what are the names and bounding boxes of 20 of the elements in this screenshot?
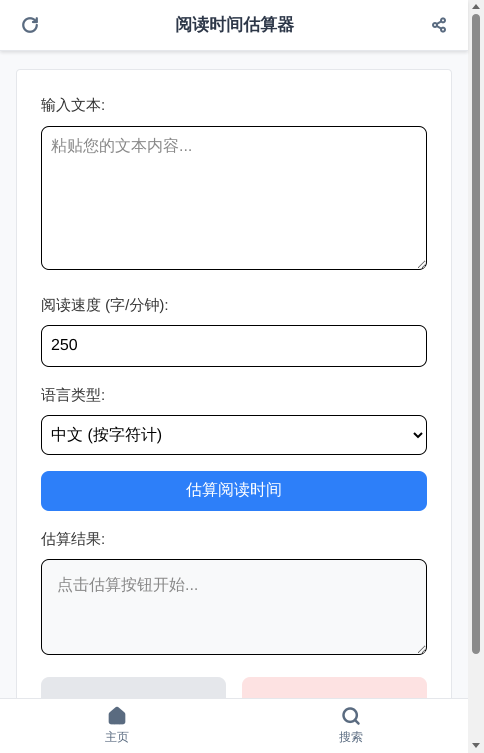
field-label: 阅读速度 (字/分钟): xyxy=(41,296,170,316)
home-icon xyxy=(107,706,127,726)
share-icon[interactable] xyxy=(431,17,447,33)
refresh-icon[interactable] xyxy=(21,16,39,34)
app-title: 阅读时间估算器 xyxy=(176,14,294,36)
field-label: 输入文本: xyxy=(41,96,106,116)
nav-item[interactable]: 搜索 xyxy=(234,699,468,753)
estimate-button[interactable]: 估算阅读时间 xyxy=(41,471,427,511)
nav-item[interactable]: 主页 xyxy=(0,699,234,753)
result-field[interactable]: 点击估算按钮开始... xyxy=(41,559,427,655)
field-label: 估算结果: xyxy=(41,530,106,550)
speed-input-field[interactable]: 250 xyxy=(41,325,427,367)
scroll-down-icon[interactable] xyxy=(472,743,480,748)
scrollbar-thumb[interactable] xyxy=(472,14,480,654)
search-icon xyxy=(341,706,361,726)
field-label: 语言类型: xyxy=(41,386,106,406)
scrollbar[interactable] xyxy=(468,0,484,753)
text-input-field[interactable]: 粘贴您的文本内容... xyxy=(41,126,427,270)
scroll-up-icon[interactable] xyxy=(472,4,480,9)
language-select[interactable]: 中文 (按字符计) xyxy=(41,415,427,455)
